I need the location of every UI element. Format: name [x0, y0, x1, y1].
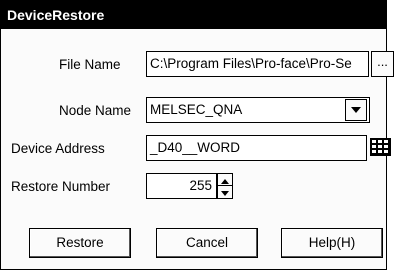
device-address-field[interactable]: _D40__WORD	[146, 135, 367, 161]
browse-button[interactable]: ...	[371, 51, 394, 77]
node-name-select[interactable]: MELSEC_QNA	[146, 97, 370, 123]
cancel-button[interactable]: Cancel	[156, 228, 258, 258]
spin-down-icon	[221, 191, 229, 196]
help-button[interactable]: Help(H)	[281, 228, 383, 258]
node-name-dropdown-button[interactable]	[345, 99, 367, 121]
keypad-icon	[370, 138, 391, 156]
spin-down-button[interactable]	[218, 186, 232, 198]
device-picker-button[interactable]	[369, 137, 392, 157]
node-name-label: Node Name	[59, 103, 132, 118]
restore-button[interactable]: Restore	[29, 228, 131, 258]
restore-number-label: Restore Number	[11, 179, 111, 194]
restore-number-input[interactable]: 255	[146, 173, 217, 199]
file-name-field[interactable]: C:\Program Files\Pro-face\Pro-Se	[146, 51, 369, 77]
dialog-title: DeviceRestore	[1, 1, 386, 29]
device-address-label: Device Address	[11, 141, 105, 156]
device-restore-dialog: DeviceRestore File Name C:\Program Files…	[0, 0, 394, 270]
chevron-down-icon	[351, 107, 361, 113]
spin-up-button[interactable]	[218, 174, 232, 186]
restore-number-spinner[interactable]	[217, 173, 233, 199]
file-name-label: File Name	[59, 57, 121, 72]
browse-button-label: ...	[377, 54, 388, 69]
